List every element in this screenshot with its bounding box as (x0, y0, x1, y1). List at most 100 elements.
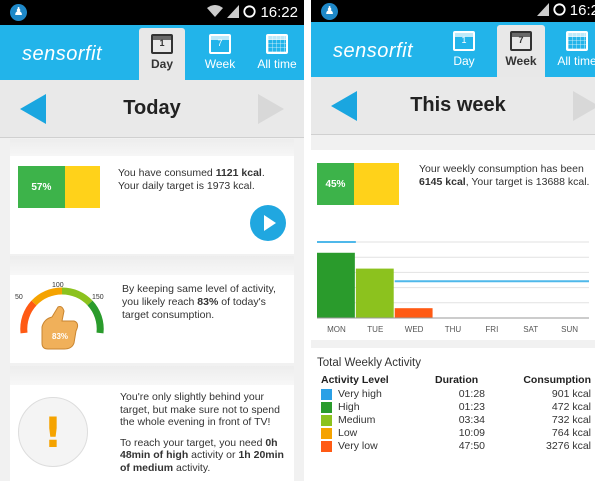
advice-line-2: To reach your target, you need 0h 48min … (120, 436, 284, 474)
consumption-text: Your weekly consumption has been 6145 kc… (419, 163, 590, 188)
tab-all-time[interactable]: All time (551, 25, 595, 77)
calendar-icon: 7 (209, 34, 231, 54)
consumption-bar: 57% (18, 166, 100, 208)
page-title: This week (410, 94, 506, 116)
tab-week[interactable]: 7 Week (497, 25, 545, 77)
warning-badge: ! (18, 397, 88, 467)
consumption-text: You have consumed 1121 kcal. Your daily … (118, 167, 265, 192)
calendar-icon (566, 31, 588, 51)
app-icon: ♟ (321, 3, 338, 20)
tab-day[interactable]: 1 Day (139, 28, 185, 80)
chart-tick-label: WED (405, 325, 424, 334)
header-duration: Duration (435, 374, 479, 386)
row-level: Low (338, 427, 358, 439)
tab-week[interactable]: 7 Week (197, 28, 243, 80)
next-arrow-icon[interactable] (258, 94, 284, 124)
row-duration: 01:23 (458, 401, 485, 413)
calendar-icon: 1 (151, 34, 173, 54)
row-level: Medium (338, 414, 376, 426)
chart-bar-wed (394, 308, 433, 318)
signal-icon (536, 2, 549, 19)
day-screen: ♟ 16:22 sensorfit 1 Day 7 Week All time (0, 0, 304, 481)
level-color-swatch (321, 389, 332, 400)
app-bar: sensorfit 1 Day 7 Week All time (311, 22, 595, 77)
calendar-icon: 7 (510, 31, 532, 51)
tab-week-label: Week (505, 54, 537, 68)
row-consumption: 732 kcal (551, 414, 591, 426)
wifi-icon (207, 4, 224, 21)
signal-icon (227, 4, 240, 21)
brand-logo: sensorfit (22, 43, 103, 65)
row-consumption: 472 kcal (551, 401, 591, 413)
chart-bar-tue (355, 268, 394, 318)
chart-tick-label: SUN (561, 325, 578, 334)
table-row: Very high 01:28 901 kcal (321, 388, 591, 401)
weekly-consumption-card: 45% Your weekly consumption has been 614… (311, 150, 595, 340)
table-row: Very low 47:50 3276 kcal (321, 440, 591, 453)
advice-text: You're only slightly behind your target,… (120, 391, 290, 481)
row-duration: 01:28 (458, 388, 485, 400)
play-icon[interactable] (250, 205, 286, 241)
level-color-swatch (321, 402, 332, 413)
advice-card: ! You're only slightly behind your targe… (10, 385, 294, 481)
chart-tick-label: TUE (367, 325, 383, 334)
brand-logo: sensorfit (333, 40, 414, 62)
status-bar: ♟ 16:22 (0, 0, 304, 25)
row-consumption: 3276 kcal (546, 440, 591, 452)
tab-day-label: Day (150, 57, 173, 71)
row-duration: 10:09 (458, 427, 485, 439)
consumption-bar: 45% (317, 163, 399, 205)
status-time: 16:22 (260, 4, 298, 21)
header-level: Activity Level (321, 374, 389, 386)
row-duration: 47:50 (458, 440, 485, 452)
consumption-bar-remaining (64, 166, 100, 208)
chart-tick-label: THU (445, 325, 462, 334)
tab-all-time-label: All time (257, 57, 297, 71)
consumption-bar-used: 57% (18, 166, 65, 208)
alarm-icon (553, 2, 566, 19)
row-consumption: 764 kcal (551, 427, 591, 439)
gauge-tick-50: 50 (15, 294, 23, 301)
app-bar: sensorfit 1 Day 7 Week All time (0, 25, 304, 80)
tab-week-label: Week (204, 57, 236, 71)
calendar-icon (266, 34, 288, 54)
exclamation-icon: ! (43, 408, 63, 457)
level-color-swatch (321, 428, 332, 439)
chart-tick-label: FRI (485, 325, 498, 334)
date-navigator: Today (0, 80, 304, 138)
projection-text: By keeping same level of activity, you l… (122, 283, 276, 321)
status-bar: ♟ 16:2 (311, 0, 595, 22)
table-row: Medium 03:34 732 kcal (321, 414, 591, 427)
level-color-swatch (321, 441, 332, 452)
gauge-tick-150: 150 (92, 294, 104, 301)
week-screen: ♟ 16:2 sensorfit 1 Day 7 Week All time T… (311, 0, 595, 481)
table-row: Low 10:09 764 kcal (321, 427, 591, 440)
daily-consumption-card: 57% You have consumed 1121 kcal. Your da… (10, 156, 294, 254)
row-level: High (338, 401, 360, 413)
tab-all-time-label: All time (557, 54, 595, 68)
tab-day-label: Day (453, 54, 475, 68)
row-duration: 03:34 (458, 414, 485, 426)
chart-tick-label: SAT (523, 325, 538, 334)
gauge-chart: 50 100 150 83% (15, 282, 104, 350)
next-arrow-icon[interactable] (573, 91, 595, 121)
chart-bar-mon (317, 252, 355, 318)
row-level: Very high (338, 388, 382, 400)
projection-card: 50 100 150 83% By keeping same level of … (10, 275, 294, 363)
tab-day[interactable]: 1 Day (441, 25, 487, 77)
gauge-tick-100: 100 (52, 282, 64, 289)
gauge-value: 83% (52, 332, 68, 341)
date-navigator: This week (311, 77, 595, 135)
consumption-bar-remaining (353, 163, 399, 205)
weekly-activity-table: Total Weekly Activity Activity Level Dur… (311, 348, 595, 481)
advice-line-1: You're only slightly behind your target,… (120, 391, 280, 428)
row-level: Very low (338, 440, 378, 452)
app-icon: ♟ (10, 4, 27, 21)
consumption-bar-used: 45% (317, 163, 354, 205)
tab-all-time[interactable]: All time (251, 28, 303, 80)
table-title: Total Weekly Activity (317, 357, 421, 369)
row-consumption: 901 kcal (551, 388, 591, 400)
calendar-icon: 1 (453, 31, 475, 51)
thumbs-up-icon (41, 306, 79, 350)
status-time: 16:2 (569, 2, 595, 19)
